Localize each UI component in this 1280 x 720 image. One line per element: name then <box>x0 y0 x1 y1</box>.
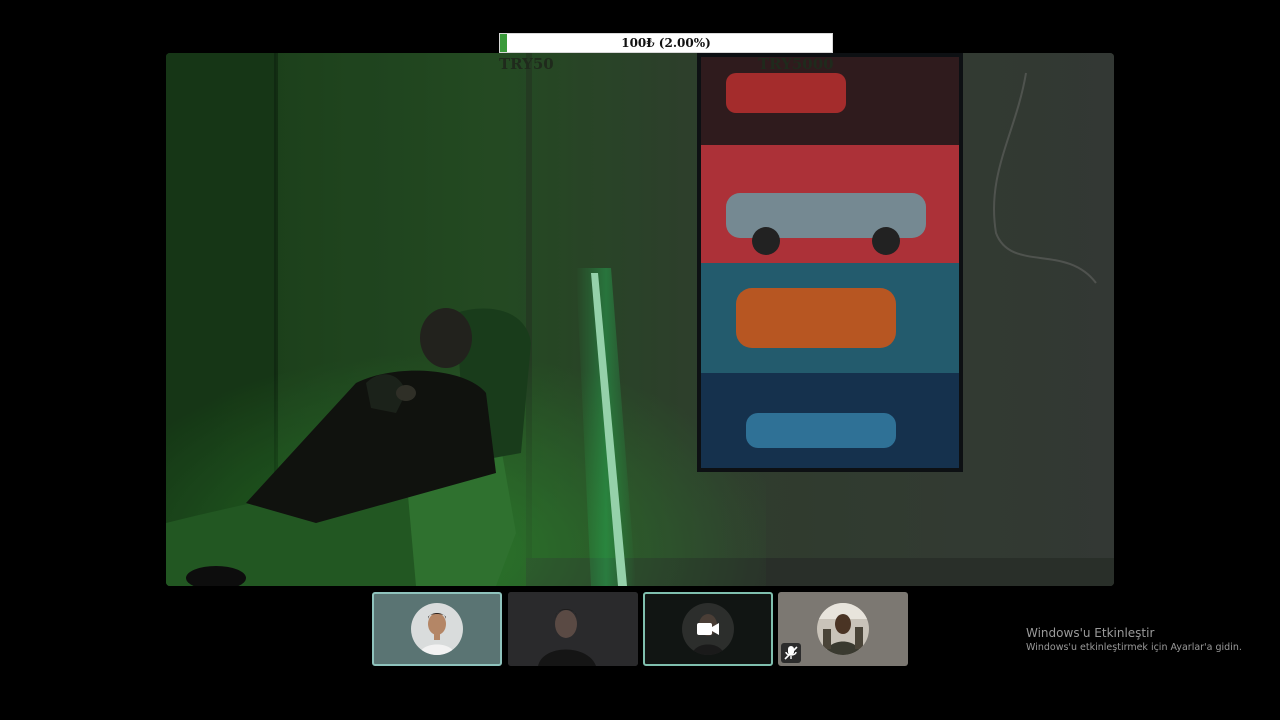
main-video-scene <box>166 53 1114 586</box>
avatar <box>817 603 869 655</box>
main-video-feed[interactable] <box>166 53 1114 586</box>
avatar-image <box>817 603 869 655</box>
avatar-image <box>411 603 463 655</box>
participant-thumbnail[interactable] <box>372 592 502 666</box>
avatar <box>411 603 463 655</box>
participant-thumbnail[interactable] <box>643 592 773 666</box>
watermark-title: Windows'u Etkinleştir <box>1026 626 1155 640</box>
windows-activation-watermark: Windows'u Etkinleştir Windows'u etkinleş… <box>1026 625 1242 655</box>
participant-thumbnail[interactable] <box>508 592 638 666</box>
donation-goal-min: TRY50 <box>499 55 554 73</box>
video-camera-icon <box>696 620 720 638</box>
watermark-subtitle: Windows'u etkinleştirmek için Ayarlar'a … <box>1026 642 1242 653</box>
participant-thumbnail[interactable] <box>778 592 908 666</box>
donation-goal-current: 100₺ (2.00%) <box>621 36 711 50</box>
participant-video <box>508 592 638 666</box>
call-stage: 100₺ (2.00%) TRY50 TRY5000 Windows'u Etk… <box>0 0 1280 720</box>
donation-goal-max: TRY5000 <box>758 55 834 73</box>
microphone-muted-icon <box>781 643 801 663</box>
donation-goal-bar: 100₺ (2.00%) <box>499 33 833 53</box>
